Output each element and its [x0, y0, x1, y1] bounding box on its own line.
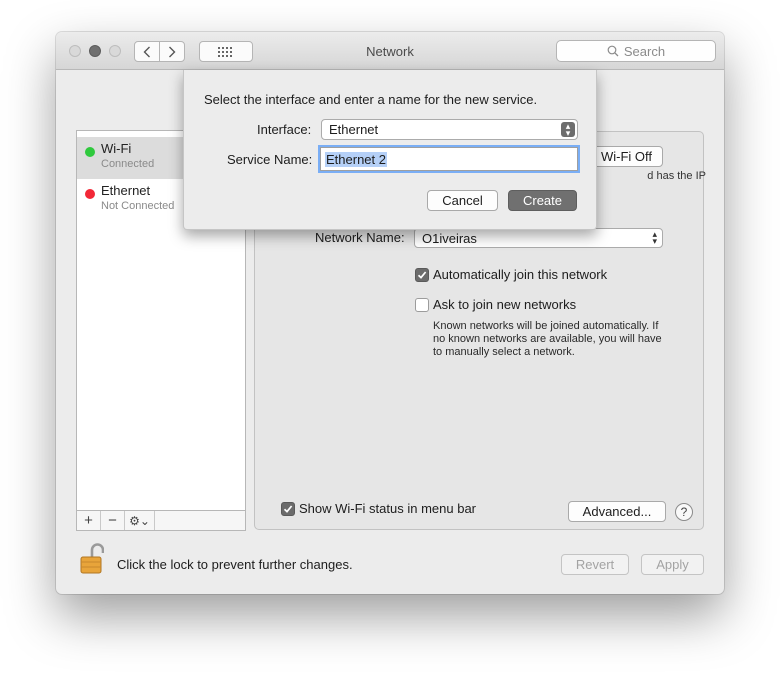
network-name-label: Network Name: [315, 230, 405, 245]
create-button[interactable]: Create [508, 190, 577, 211]
remove-service-button[interactable]: − [101, 511, 125, 530]
search-icon [607, 45, 619, 57]
wifi-status-text: d has the IP [647, 170, 706, 182]
service-name-value: Ethernet 2 [325, 151, 387, 167]
cancel-button[interactable]: Cancel [427, 190, 498, 211]
search-field[interactable]: Search [556, 40, 716, 62]
help-button[interactable]: ? [675, 503, 693, 521]
show-wifi-status-label: Show Wi-Fi status in menu bar [299, 501, 477, 516]
service-list-toolbar: + − ⚙⌄ [76, 510, 246, 531]
popup-arrows-icon: ▴ ▾ [652, 229, 657, 246]
service-name-label: Service Name: [227, 152, 313, 167]
interface-popup[interactable]: Ethernet ▴ ▾ [321, 119, 578, 140]
lock-hint-text: Click the lock to prevent further change… [117, 557, 353, 572]
service-status: Not Connected [101, 200, 175, 212]
connected-status-dot [85, 147, 95, 157]
service-status: Connected [101, 158, 155, 170]
interface-label: Interface: [257, 122, 312, 137]
advanced-button[interactable]: Advanced... [568, 501, 666, 522]
interface-value: Ethernet [329, 122, 379, 137]
apply-button[interactable]: Apply [641, 554, 704, 575]
unlocked-padlock-icon [80, 543, 105, 574]
search-placeholder: Search [623, 43, 666, 59]
checkmark-icon [417, 271, 427, 279]
service-name: Ethernet [101, 183, 151, 198]
add-service-button[interactable]: + [77, 511, 101, 530]
ask-join-label: Ask to join new networks [433, 297, 577, 312]
ask-join-help-text: Known networks will be joined automatica… [433, 320, 662, 358]
show-wifi-status-checkbox[interactable] [281, 502, 295, 516]
new-service-sheet: Select the interface and enter a name fo… [183, 70, 597, 230]
sheet-prompt: Select the interface and enter a name fo… [204, 92, 538, 107]
network-name-popup[interactable]: O1iveiras ▴ ▾ [414, 228, 663, 248]
lock-button[interactable] [80, 543, 105, 575]
network-name-value: O1iveiras [422, 230, 477, 246]
gear-menu-button[interactable]: ⚙⌄ [125, 511, 155, 530]
service-name-input[interactable]: Ethernet 2 [320, 147, 578, 171]
turn-wifi-off-button[interactable]: Wi-Fi Off [589, 146, 663, 167]
popup-arrows-icon: ▴ ▾ [561, 122, 575, 138]
auto-join-checkbox[interactable] [415, 268, 429, 282]
title-bar: Network Search [56, 32, 724, 70]
service-name: Wi-Fi [101, 141, 132, 156]
disconnected-status-dot [85, 189, 95, 199]
auto-join-label: Automatically join this network [433, 267, 608, 282]
checkmark-icon [283, 505, 293, 513]
revert-button[interactable]: Revert [561, 554, 629, 575]
ask-join-checkbox[interactable] [415, 298, 429, 312]
